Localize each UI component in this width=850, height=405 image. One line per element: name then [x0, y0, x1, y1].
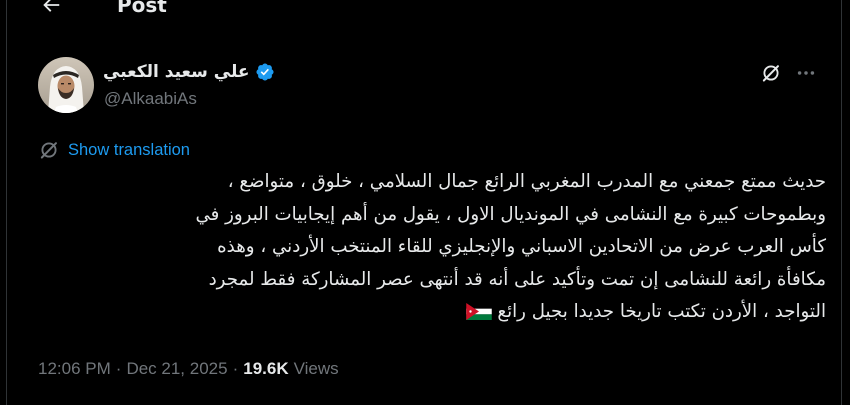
post-text-line: وبطموحات كبيرة مع النشامى في المونديال ا… — [195, 203, 826, 225]
show-translation-button[interactable]: Show translation — [38, 139, 190, 161]
post-text-line: التواجد ، الأردن تكتب تاريخا جديدا بجيل … — [497, 301, 826, 323]
more-horizontal-icon — [797, 71, 815, 75]
arrow-left-icon — [43, 0, 60, 12]
views-label: Views — [293, 359, 339, 378]
post-time[interactable]: 12:06 PM — [38, 358, 111, 380]
meta-separator: · — [232, 359, 239, 378]
post-date[interactable]: Dec 21, 2025 — [126, 358, 227, 380]
avatar[interactable] — [38, 57, 94, 113]
grok-icon — [762, 65, 779, 82]
column-border-left — [6, 0, 7, 405]
verified-badge-icon — [255, 63, 274, 81]
jordan-flag-icon — [465, 303, 492, 321]
meta-separator: · — [115, 359, 122, 378]
post-text-line: كأس العرب عرض من الاتحادين الاسباني والإ… — [217, 236, 826, 258]
post-text-line: مكافأة رائعة للنشامى إن تمت وتأكيد على أ… — [208, 268, 826, 290]
show-translation-label: Show translation — [68, 141, 190, 159]
author-handle[interactable]: @AlkaabiAs — [104, 89, 197, 109]
page-title: Post — [117, 0, 167, 17]
grok-button[interactable] — [758, 60, 784, 86]
author-display-name: علي سعيد الكعبي — [103, 62, 250, 82]
post-text-line: حديث ممتع جمعني مع المدرب المغربي الرائع… — [227, 171, 826, 192]
post-text: حديث ممتع جمعني مع المدرب المغربي الرائع… — [36, 166, 826, 329]
more-options-button[interactable] — [791, 60, 821, 86]
views-count: 19.6K — [243, 359, 289, 378]
post-meta: 12:06 PM · Dec 21, 2025 · 19.6K Views — [38, 358, 339, 380]
profile-photo — [38, 57, 94, 113]
globe-translate-icon — [40, 142, 57, 159]
back-button[interactable] — [34, 0, 68, 20]
post-header: Post — [0, 0, 850, 24]
author-name-link[interactable]: علي سعيد الكعبي — [103, 61, 275, 83]
post-page: Post علي سعيد الكعبي @AlkaabiAs Show tra… — [0, 0, 850, 405]
column-border-right — [841, 0, 842, 405]
post-text-line-last: التواجد ، الأردن تكتب تاريخا جديدا بجيل … — [36, 296, 826, 329]
